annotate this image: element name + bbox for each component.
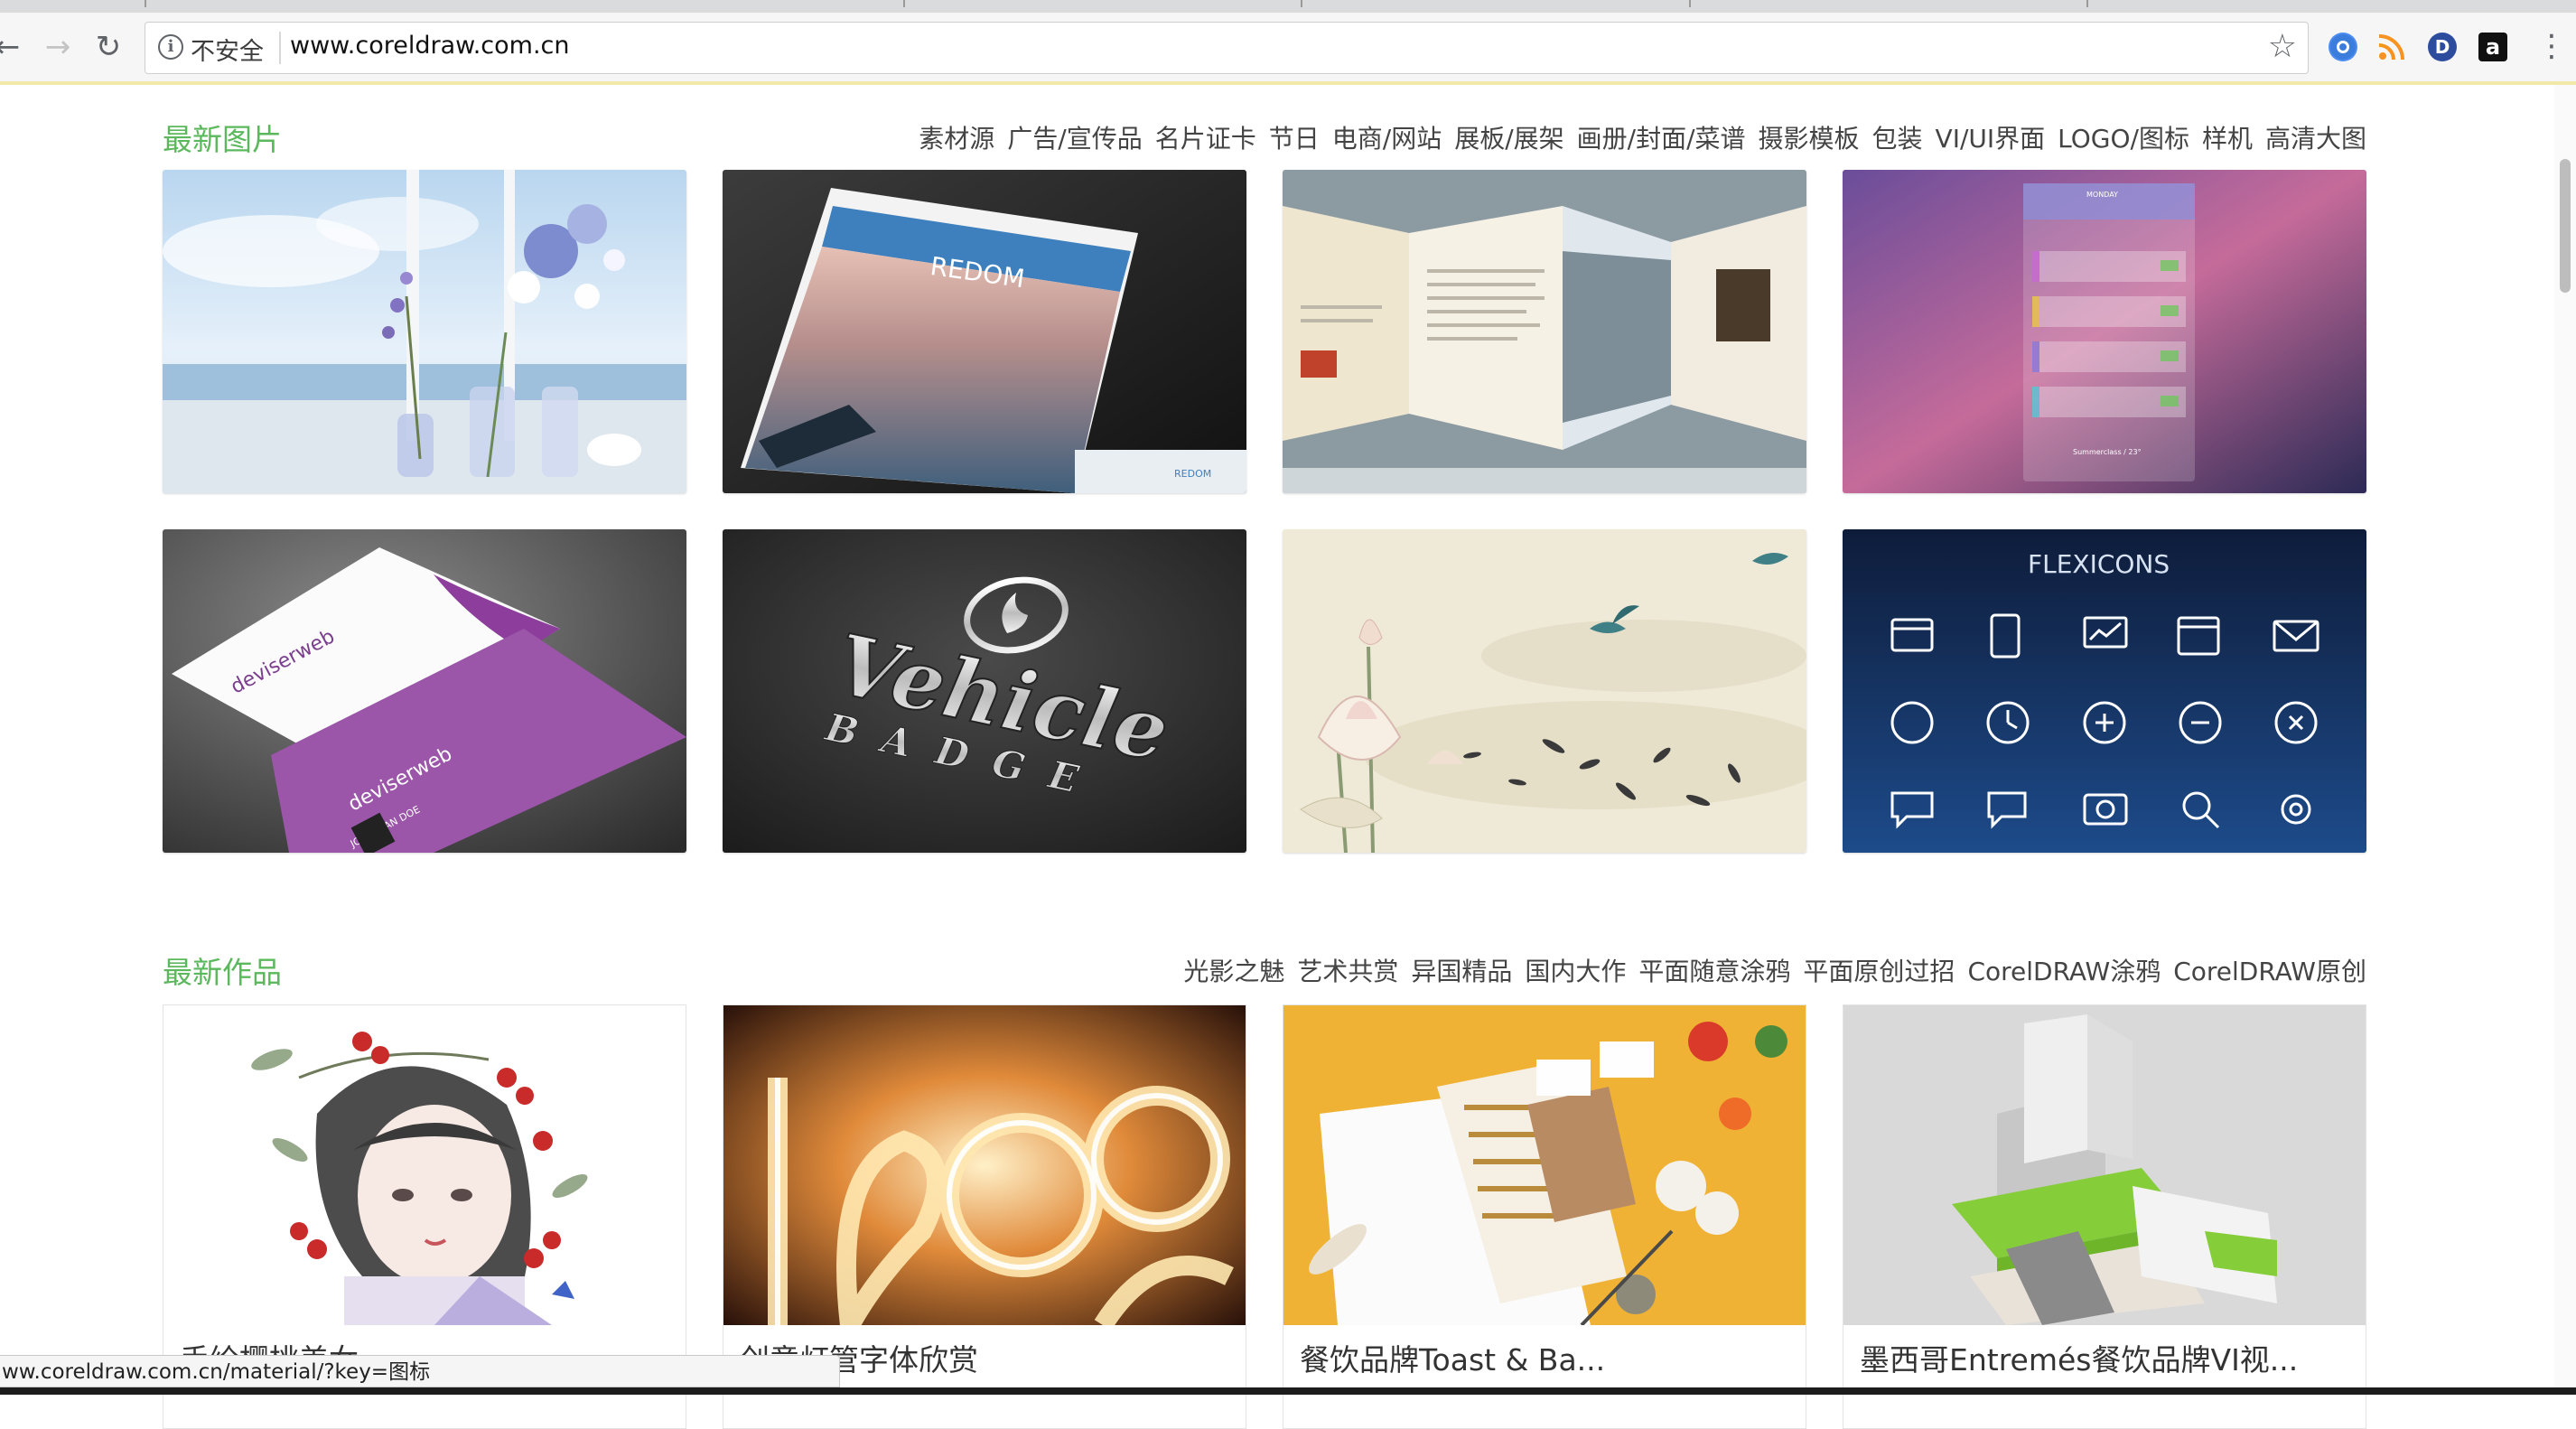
work-caption[interactable]: 餐饮品牌Toast & Ba... xyxy=(1300,1336,1605,1379)
thumb-calendar-ui[interactable]: MONDAY Summerclass / 23° xyxy=(1843,170,2366,493)
browser-toolbar: ← → ↻ i 不安全 www.coreldraw.com.cn ☆ D a ⋮ xyxy=(0,13,2576,85)
scrollbar-thumb[interactable] xyxy=(2560,159,2571,293)
category-link[interactable]: 电商/网站 xyxy=(1332,119,1442,155)
tab-edge xyxy=(145,0,146,7)
category-link[interactable]: 名片证卡 xyxy=(1155,119,1256,155)
bookmark-star-icon[interactable]: ☆ xyxy=(2268,28,2297,65)
category-link[interactable]: VI/UI界面 xyxy=(1936,119,2046,155)
thumb-business-card[interactable]: deviserweb deviserweb JONATHAN DOE xyxy=(163,529,686,853)
work-image[interactable] xyxy=(1283,1005,1806,1325)
tab-edge xyxy=(1301,0,1302,7)
address-bar[interactable]: i 不安全 www.coreldraw.com.cn ☆ xyxy=(145,22,2309,74)
redom-small-text: REDOM xyxy=(1174,468,1211,480)
calendar-footer: Summerclass / 23° xyxy=(2073,448,2142,456)
latest-works-header: 最新作品 光影之魅 艺术共赏 异国精品 国内大作 平面随意涂鸦 平面原创过招 C… xyxy=(163,948,2366,994)
status-bar-url: ww.coreldraw.com.cn/material/?key=图标 xyxy=(0,1355,840,1387)
tab-edge xyxy=(2086,0,2088,7)
chrome-extension-icon[interactable] xyxy=(2329,33,2357,61)
category-link[interactable]: 广告/宣传品 xyxy=(1007,119,1142,155)
section-title: 最新图片 xyxy=(163,122,282,157)
category-link[interactable]: 平面原创过招 xyxy=(1803,952,1955,988)
work-card[interactable]: 墨西哥Entremés餐饮品牌VI视... xyxy=(1843,1004,2366,1429)
window-bottom-edge xyxy=(0,1387,2576,1395)
thumb-flowers-by-window[interactable] xyxy=(163,170,686,493)
category-link[interactable]: 节日 xyxy=(1269,119,1320,155)
category-links: 素材源 广告/宣传品 名片证卡 节日 电商/网站 展板/展架 画册/封面/菜谱 … xyxy=(919,119,2366,155)
work-image[interactable] xyxy=(723,1005,1246,1325)
info-icon[interactable]: i xyxy=(158,34,183,60)
calendar-header: MONDAY xyxy=(2086,191,2118,199)
thumb-lotus-painting[interactable] xyxy=(1283,529,1806,853)
more-menu-icon[interactable]: ⋮ xyxy=(2536,31,2567,63)
category-link[interactable]: 展板/展架 xyxy=(1454,119,1563,155)
amazon-icon[interactable]: a xyxy=(2478,33,2507,61)
thumb-vehicle-badge[interactable]: Vehicle BADGE xyxy=(723,529,1246,853)
category-link[interactable]: 包装 xyxy=(1872,119,1923,155)
forward-icon[interactable]: → xyxy=(40,29,76,65)
category-link[interactable]: LOGO/图标 xyxy=(2058,119,2189,155)
thumb-trifold-brochure[interactable] xyxy=(1283,170,1806,493)
category-link[interactable]: 艺术共赏 xyxy=(1297,952,1398,988)
category-link[interactable]: 异国精品 xyxy=(1411,952,1512,988)
work-caption[interactable]: 墨西哥Entremés餐饮品牌VI视... xyxy=(1860,1336,2298,1379)
category-link[interactable]: 国内大作 xyxy=(1525,952,1626,988)
divider xyxy=(279,32,281,64)
category-link[interactable]: 平面随意涂鸦 xyxy=(1638,952,1790,988)
tab-edge xyxy=(903,0,905,7)
rss-icon[interactable] xyxy=(2377,33,2406,61)
tab-edge xyxy=(1689,0,1691,7)
back-icon[interactable]: ← xyxy=(0,29,25,65)
category-link[interactable]: CorelDRAW原创 xyxy=(2173,952,2366,988)
tab-strip xyxy=(0,0,2576,14)
category-link[interactable]: 素材源 xyxy=(919,119,994,155)
category-link[interactable]: 光影之魅 xyxy=(1183,952,1284,988)
reload-icon[interactable]: ↻ xyxy=(90,29,126,65)
section-title: 最新作品 xyxy=(163,955,282,990)
vertical-scrollbar[interactable] xyxy=(2554,85,2576,1395)
category-link[interactable]: 样机 xyxy=(2202,119,2253,155)
category-link[interactable]: 画册/封面/菜谱 xyxy=(1577,119,1746,155)
work-image[interactable] xyxy=(163,1005,686,1325)
category-links: 光影之魅 艺术共赏 异国精品 国内大作 平面随意涂鸦 平面原创过招 CorelD… xyxy=(1183,952,2366,988)
d-extension-icon[interactable]: D xyxy=(2428,33,2457,61)
category-link[interactable]: 摄影模板 xyxy=(1759,119,1860,155)
category-link[interactable]: 高清大图 xyxy=(2265,119,2366,155)
security-label[interactable]: 不安全 xyxy=(191,32,264,67)
url-text[interactable]: www.coreldraw.com.cn xyxy=(290,32,570,60)
work-image[interactable] xyxy=(1843,1005,2366,1325)
flexicons-title: FLEXICONS xyxy=(2028,549,2170,579)
thumb-redom-brochure[interactable]: REDOM REDOM xyxy=(723,170,1246,493)
thumb-flexicons[interactable]: FLEXICONS xyxy=(1843,529,2366,853)
latest-images-header: 最新图片 素材源 广告/宣传品 名片证卡 节日 电商/网站 展板/展架 画册/封… xyxy=(163,116,2366,161)
work-card[interactable]: 餐饮品牌Toast & Ba... xyxy=(1283,1004,1806,1429)
category-link[interactable]: CorelDRAW涂鸦 xyxy=(1967,952,2161,988)
